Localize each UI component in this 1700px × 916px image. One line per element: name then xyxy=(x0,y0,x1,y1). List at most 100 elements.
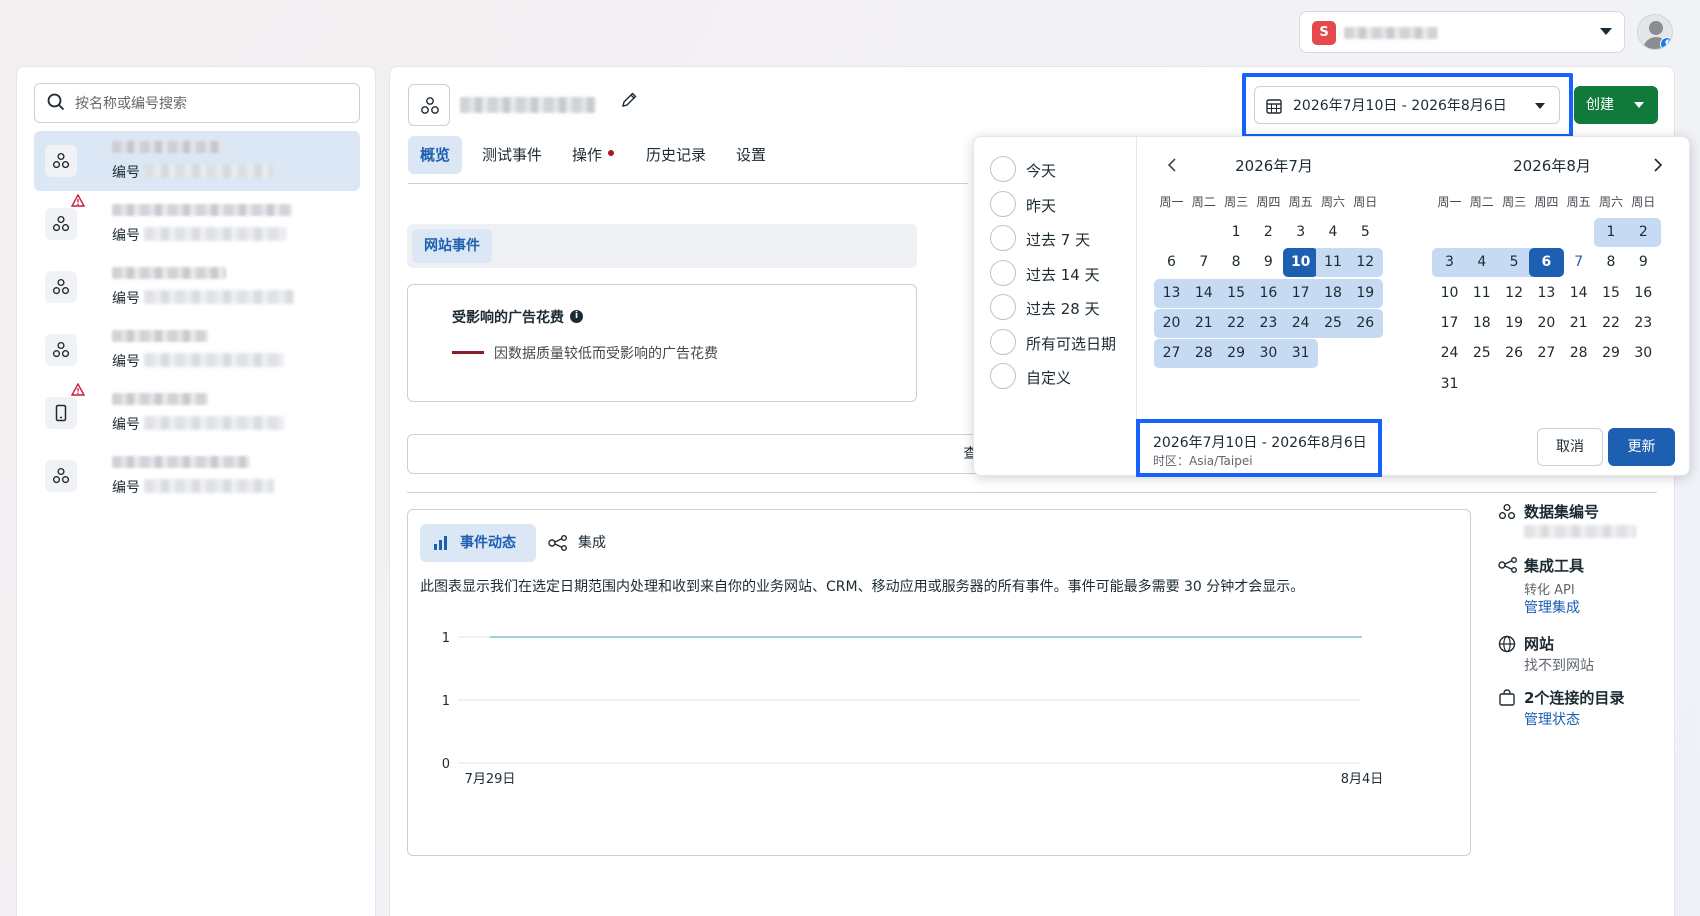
account-switcher[interactable]: S xyxy=(1299,11,1625,53)
dataset-list-item[interactable]: 编号 xyxy=(34,383,360,443)
calendar-day[interactable]: 17 xyxy=(1283,278,1319,308)
calendar-day[interactable]: 28 xyxy=(1186,339,1222,369)
chevron-down-icon xyxy=(1634,102,1644,108)
calendar-day[interactable]: 24 xyxy=(1432,339,1467,368)
calendar-day[interactable]: 24 xyxy=(1283,308,1319,338)
calendar-day[interactable]: 11 xyxy=(1464,279,1499,308)
calendar-day[interactable]: 19 xyxy=(1347,278,1383,308)
radio-button[interactable] xyxy=(990,328,1016,355)
calendar-day[interactable]: 18 xyxy=(1464,309,1499,338)
tab-actions[interactable]: 操作 xyxy=(560,136,626,174)
manage-integration-link[interactable]: 管理集成 xyxy=(1524,597,1580,617)
site-events-chip[interactable]: 网站事件 xyxy=(412,229,492,263)
calendar-day[interactable]: 29 xyxy=(1594,339,1629,368)
calendar-day[interactable]: 25 xyxy=(1315,308,1351,338)
dataset-list-item[interactable]: 编号 xyxy=(34,131,360,191)
calendar-day[interactable]: 27 xyxy=(1529,339,1564,368)
calendar-day[interactable]: 8 xyxy=(1219,248,1254,277)
calendar-day[interactable]: 25 xyxy=(1464,339,1499,368)
calendar-day[interactable]: 31 xyxy=(1432,370,1467,399)
calendar-day[interactable]: 5 xyxy=(1348,218,1383,247)
calendar-day[interactable]: 11 xyxy=(1315,248,1351,278)
calendar-day[interactable]: 21 xyxy=(1186,308,1222,338)
calendar-day[interactable]: 23 xyxy=(1626,309,1661,338)
calendar-day[interactable]: 15 xyxy=(1594,279,1629,308)
calendar-day[interactable]: 6 xyxy=(1154,248,1189,277)
calendar-day[interactable]: 26 xyxy=(1347,308,1383,338)
section-divider xyxy=(407,492,1657,493)
tab-event-activity[interactable]: 事件动态 xyxy=(420,524,536,562)
calendar-day[interactable]: 12 xyxy=(1347,248,1383,278)
calendar-day[interactable]: 9 xyxy=(1626,248,1661,277)
calendar-day[interactable]: 13 xyxy=(1529,279,1564,308)
calendar-day[interactable]: 9 xyxy=(1251,248,1286,277)
calendar-day[interactable]: 2 xyxy=(1251,218,1286,247)
create-button[interactable]: 创建 xyxy=(1574,86,1658,124)
calendar-day[interactable]: 30 xyxy=(1250,339,1286,369)
manage-status-link[interactable]: 管理状态 xyxy=(1524,709,1580,729)
calendar-day[interactable]: 30 xyxy=(1626,339,1661,368)
calendar-day[interactable]: 29 xyxy=(1218,339,1254,369)
tab-history[interactable]: 历史记录 xyxy=(634,136,718,174)
cancel-button[interactable]: 取消 xyxy=(1537,428,1603,466)
calendar-day[interactable]: 22 xyxy=(1218,308,1254,338)
dataset-icon-box xyxy=(45,460,77,492)
calendar-day[interactable]: 12 xyxy=(1497,279,1532,308)
radio-button[interactable] xyxy=(990,190,1016,217)
calendar-day[interactable]: 13 xyxy=(1154,278,1189,308)
calendar-day[interactable]: 18 xyxy=(1315,278,1351,308)
calendar-day[interactable]: 4 xyxy=(1316,218,1351,247)
info-icon[interactable]: i xyxy=(570,309,583,323)
calendar-day[interactable]: 3 xyxy=(1432,248,1467,278)
calendar-day[interactable]: 6 xyxy=(1528,248,1564,278)
calendar-day[interactable]: 26 xyxy=(1497,339,1532,368)
calendar-day[interactable]: 7 xyxy=(1561,248,1596,277)
tab-settings[interactable]: 设置 xyxy=(724,136,778,174)
calendar-day[interactable]: 7 xyxy=(1186,248,1221,277)
calendar-day[interactable]: 10 xyxy=(1283,248,1319,278)
calendar-day[interactable]: 2 xyxy=(1625,218,1661,247)
calendar-day[interactable]: 8 xyxy=(1594,248,1629,277)
calendar-day[interactable]: 31 xyxy=(1283,339,1319,369)
calendar-day[interactable]: 20 xyxy=(1529,309,1564,338)
calendar-day[interactable]: 27 xyxy=(1154,339,1189,369)
tab-test-events[interactable]: 测试事件 xyxy=(470,136,554,174)
profile-avatar[interactable]: f xyxy=(1637,14,1673,50)
calendar-day[interactable]: 16 xyxy=(1626,279,1661,308)
radio-button[interactable] xyxy=(990,156,1016,182)
calendar-day[interactable]: 28 xyxy=(1561,339,1596,368)
radio-button[interactable] xyxy=(990,363,1016,389)
dataset-list-item[interactable]: 编号 xyxy=(34,446,360,506)
tab-overview[interactable]: 概览 xyxy=(408,136,463,174)
radio-button[interactable] xyxy=(990,294,1016,320)
calendar-day[interactable]: 1 xyxy=(1219,218,1254,247)
calendar-day[interactable]: 15 xyxy=(1218,278,1254,308)
calendar-day[interactable]: 16 xyxy=(1250,278,1286,308)
calendar-day[interactable]: 4 xyxy=(1464,248,1500,278)
search-box[interactable] xyxy=(34,83,360,123)
calendar-day[interactable]: 5 xyxy=(1496,248,1532,278)
tab-integration[interactable]: 集成 xyxy=(548,524,606,562)
calendar-day[interactable]: 19 xyxy=(1497,309,1532,338)
weekday-header: 周五 xyxy=(1566,195,1591,209)
radio-button[interactable] xyxy=(990,259,1016,286)
dataset-list-item[interactable]: 编号 xyxy=(34,320,360,380)
edit-pencil-icon[interactable] xyxy=(620,91,638,109)
update-button[interactable]: 更新 xyxy=(1608,428,1675,466)
calendar-day[interactable]: 14 xyxy=(1186,278,1222,308)
dataset-list-item[interactable]: 编号 xyxy=(34,257,360,317)
weekday-header: 周五 xyxy=(1288,195,1313,209)
calendar-day[interactable]: 20 xyxy=(1154,308,1189,338)
calendar-day[interactable]: 1 xyxy=(1593,218,1629,247)
date-range-button[interactable]: 2026年7月10日 - 2026年8月6日 xyxy=(1254,86,1560,124)
calendar-day[interactable]: 14 xyxy=(1561,279,1596,308)
dataset-list-item[interactable]: 编号 xyxy=(34,194,360,254)
calendar-day[interactable]: 10 xyxy=(1432,279,1467,308)
calendar-day[interactable]: 17 xyxy=(1432,309,1467,338)
calendar-day[interactable]: 22 xyxy=(1594,309,1629,338)
calendar-day[interactable]: 21 xyxy=(1561,309,1596,338)
search-input[interactable] xyxy=(75,92,345,116)
calendar-day[interactable]: 3 xyxy=(1283,218,1318,247)
radio-button[interactable] xyxy=(990,225,1016,251)
calendar-day[interactable]: 23 xyxy=(1250,308,1286,338)
